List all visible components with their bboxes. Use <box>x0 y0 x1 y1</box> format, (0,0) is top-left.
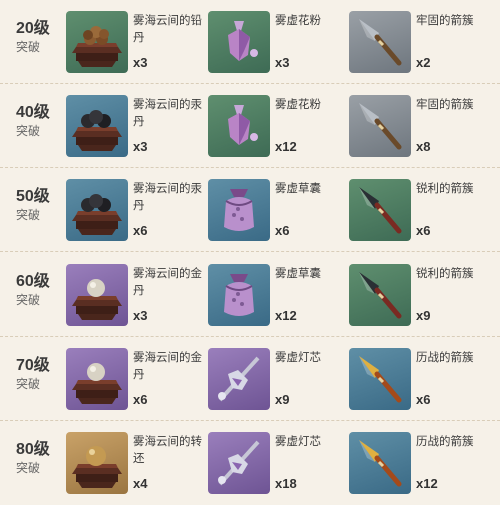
ascension-materials-table: 20级 突破 雾海云间的铅丹 x3 雾虚花粉 x3 牢固的箭簇 x2 40级 突破 雾海云间的汞丹 x… <box>0 0 500 505</box>
ascension-level: 20级突破 <box>16 19 66 55</box>
stage-label: 突破 <box>16 377 41 391</box>
material-item[interactable]: 历战的箭簇 x12 <box>349 432 489 494</box>
level-label: 60级 <box>16 273 50 290</box>
level-label: 80级 <box>16 441 50 458</box>
material-quantity: x6 <box>133 223 148 238</box>
mist-grass-pouch-icon[interactable] <box>208 179 270 241</box>
material-name: 雾虚花粉 <box>275 15 321 27</box>
mercury-pill-icon[interactable] <box>66 95 128 157</box>
material-name: 雾虚灯芯 <box>275 436 321 448</box>
golden-pill-icon[interactable] <box>66 264 128 326</box>
material-name: 锐利的箭簇 <box>416 268 474 280</box>
ascension-row: 20级突破 雾海云间的铅丹 x3 雾虚花粉 x3 牢固的箭簇 x2 <box>0 0 500 84</box>
material-quantity: x12 <box>416 476 438 491</box>
level-label: 70级 <box>16 357 50 374</box>
material-item[interactable]: 雾虚灯芯 x9 <box>208 348 348 410</box>
material-quantity: x3 <box>133 55 148 70</box>
material-item[interactable]: 雾海云间的汞丹 x6 <box>66 179 206 241</box>
mist-grass-pouch-icon[interactable] <box>208 264 270 326</box>
material-name: 雾海云间的转还 <box>133 436 202 465</box>
ascension-level: 40级突破 <box>16 103 66 139</box>
material-quantity: x18 <box>275 476 297 491</box>
mist-pollen-icon[interactable] <box>208 95 270 157</box>
material-name: 雾海云间的汞丹 <box>133 183 202 212</box>
mercury-pill-icon[interactable] <box>66 179 128 241</box>
stage-label: 突破 <box>16 208 41 222</box>
material-name: 雾虚花粉 <box>275 99 321 111</box>
material-item[interactable]: 牢固的箭簇 x8 <box>349 95 489 157</box>
stage-label: 突破 <box>16 293 41 307</box>
material-name: 历战的箭簇 <box>416 352 474 364</box>
ascension-row: 60级突破 雾海云间的金丹 x3 雾虚草囊 x12 锐利的箭簇 x9 <box>0 253 500 337</box>
material-name: 雾虚草囊 <box>275 268 321 280</box>
material-item[interactable]: 雾海云间的金丹 x6 <box>66 348 206 410</box>
material-quantity: x6 <box>416 392 431 407</box>
material-item[interactable]: 雾虚灯芯 x18 <box>208 432 348 494</box>
material-item[interactable]: 雾海云间的汞丹 x3 <box>66 95 206 157</box>
material-name: 雾虚灯芯 <box>275 352 321 364</box>
material-item[interactable]: 雾虚花粉 x3 <box>208 11 348 73</box>
mist-pollen-icon[interactable] <box>208 11 270 73</box>
material-quantity: x6 <box>133 392 148 407</box>
material-item[interactable]: 雾海云间的金丹 x3 <box>66 264 206 326</box>
reincarnation-pill-icon[interactable] <box>66 432 128 494</box>
level-label: 20级 <box>16 20 50 37</box>
material-item[interactable]: 锐利的箭簇 x6 <box>349 179 489 241</box>
material-item[interactable]: 历战的箭簇 x6 <box>349 348 489 410</box>
material-quantity: x3 <box>275 55 290 70</box>
ascension-row: 70级突破 雾海云间的金丹 x6 雾虚灯芯 x9 历战的箭簇 x6 <box>0 337 500 421</box>
material-name: 锐利的箭簇 <box>416 183 474 195</box>
weathered-arrowhead-icon[interactable] <box>349 432 411 494</box>
material-item[interactable]: 雾虚花粉 x12 <box>208 95 348 157</box>
material-quantity: x12 <box>275 139 297 154</box>
ascension-level: 80级突破 <box>16 440 66 476</box>
mist-lamp-wick-icon[interactable] <box>208 432 270 494</box>
level-label: 50级 <box>16 188 50 205</box>
ascension-level: 60级突破 <box>16 272 66 308</box>
firm-arrowhead-icon[interactable] <box>349 11 411 73</box>
material-quantity: x9 <box>416 308 431 323</box>
material-quantity: x9 <box>275 392 290 407</box>
material-quantity: x8 <box>416 139 431 154</box>
ascension-row: 40级突破 雾海云间的汞丹 x3 雾虚花粉 x12 牢固的箭簇 x8 <box>0 84 500 168</box>
sharp-arrowhead-icon[interactable] <box>349 264 411 326</box>
material-item[interactable]: 雾虚草囊 x6 <box>208 179 348 241</box>
lead-pill-icon[interactable] <box>66 11 128 73</box>
material-quantity: x6 <box>416 223 431 238</box>
material-quantity: x12 <box>275 308 297 323</box>
material-quantity: x4 <box>133 476 148 491</box>
material-item[interactable]: 牢固的箭簇 x2 <box>349 11 489 73</box>
sharp-arrowhead-icon[interactable] <box>349 179 411 241</box>
material-name: 历战的箭簇 <box>416 436 474 448</box>
ascension-level: 70级突破 <box>16 356 66 392</box>
material-item[interactable]: 雾海云间的转还 x4 <box>66 432 206 494</box>
material-quantity: x6 <box>275 223 290 238</box>
material-name: 雾海云间的金丹 <box>133 268 202 297</box>
material-item[interactable]: 雾虚草囊 x12 <box>208 264 348 326</box>
material-name: 雾海云间的金丹 <box>133 352 202 381</box>
material-quantity: x2 <box>416 55 431 70</box>
weathered-arrowhead-icon[interactable] <box>349 348 411 410</box>
golden-pill-icon[interactable] <box>66 348 128 410</box>
material-name: 雾海云间的铅丹 <box>133 15 202 44</box>
stage-label: 突破 <box>16 461 41 475</box>
material-quantity: x3 <box>133 308 148 323</box>
stage-label: 突破 <box>16 124 41 138</box>
stage-label: 突破 <box>16 40 41 54</box>
material-quantity: x3 <box>133 139 148 154</box>
material-name: 牢固的箭簇 <box>416 15 474 27</box>
ascension-row: 80级突破 雾海云间的转还 x4 雾虚灯芯 x18 历战的箭簇 x12 <box>0 421 500 505</box>
ascension-row: 50级突破 雾海云间的汞丹 x6 雾虚草囊 x6 锐利的箭簇 x6 <box>0 168 500 252</box>
material-name: 雾虚草囊 <box>275 183 321 195</box>
material-item[interactable]: 雾海云间的铅丹 x3 <box>66 11 206 73</box>
material-name: 牢固的箭簇 <box>416 99 474 111</box>
material-name: 雾海云间的汞丹 <box>133 99 202 128</box>
material-item[interactable]: 锐利的箭簇 x9 <box>349 264 489 326</box>
firm-arrowhead-icon[interactable] <box>349 95 411 157</box>
mist-lamp-wick-icon[interactable] <box>208 348 270 410</box>
level-label: 40级 <box>16 104 50 121</box>
ascension-level: 50级突破 <box>16 187 66 223</box>
